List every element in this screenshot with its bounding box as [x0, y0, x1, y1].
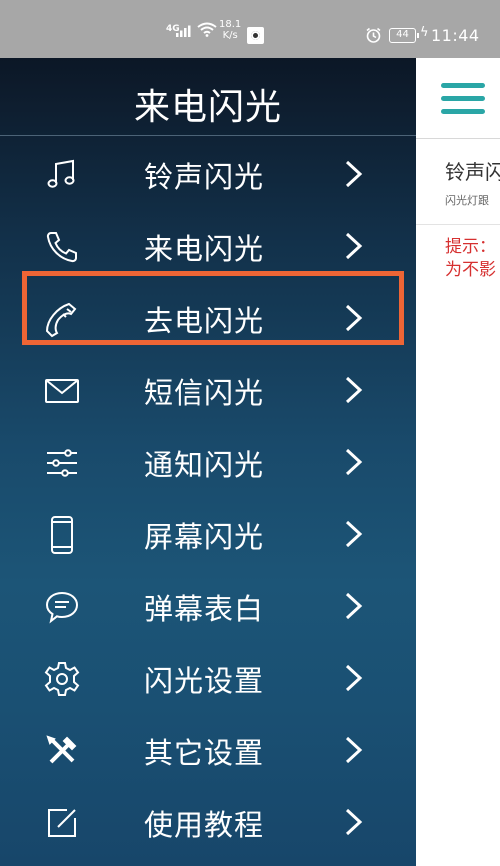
chevron-right-icon: [343, 662, 365, 694]
drawer-divider: [0, 135, 416, 136]
alarm-icon: [365, 27, 382, 48]
menu-label: 弹幕表白: [144, 592, 265, 626]
menu-item-other-settings[interactable]: 其它设置: [0, 714, 416, 786]
menu-label: 屏幕闪光: [144, 520, 265, 554]
menu-label: 去电闪光: [144, 304, 265, 338]
chevron-right-icon: [343, 590, 365, 622]
drawer-title: 来电闪光: [133, 87, 282, 128]
header-divider: [416, 138, 500, 139]
phone-incoming-icon: [43, 228, 81, 266]
clock: 11:44: [431, 26, 480, 45]
charging-icon: ϟ: [420, 25, 429, 40]
speed-unit: K/s: [222, 30, 238, 41]
chevron-right-icon: [343, 446, 365, 478]
wifi-icon: [197, 22, 217, 41]
signal-icon: [176, 22, 194, 41]
phone-outgoing-icon: [43, 300, 81, 338]
menu-label: 闪光设置: [144, 664, 265, 698]
phone-screen: 4G 18.1 K/s 44 ϟ 11:44 铃声闪 闪光灯跟 提示： 为不影 …: [0, 0, 500, 866]
menu-item-sms-flash[interactable]: 短信闪光: [0, 354, 416, 426]
menu-item-outgoing-call-flash[interactable]: 去电闪光: [0, 282, 416, 354]
menu-label: 使用教程: [144, 808, 265, 842]
menu-item-flash-settings[interactable]: 闪光设置: [0, 642, 416, 714]
chat-bubble-icon: [43, 588, 81, 626]
menu-item-ringtone-flash[interactable]: 铃声闪光: [0, 138, 416, 210]
menu-item-barrage-confession[interactable]: 弹幕表白: [0, 570, 416, 642]
main-header: [416, 58, 500, 135]
tools-icon: [43, 732, 81, 770]
hamburger-icon[interactable]: [441, 83, 485, 115]
network-speed: 18.1 K/s: [219, 19, 241, 41]
tip-text-line2: 为不影: [445, 260, 496, 280]
sliders-icon: [43, 444, 81, 482]
menu-label: 铃声闪光: [144, 160, 265, 194]
tip-text-line1: 提示：: [445, 237, 496, 257]
menu-label: 短信闪光: [144, 376, 265, 410]
menu-item-tutorial[interactable]: 使用教程: [0, 786, 416, 858]
battery-icon: 44: [389, 28, 419, 43]
chevron-right-icon: [343, 158, 365, 190]
status-bar: 4G 18.1 K/s 44 ϟ 11:44: [0, 0, 500, 58]
chevron-right-icon: [343, 230, 365, 262]
card-divider: [416, 224, 500, 225]
ringtone-flash-card-subtitle: 闪光灯跟: [445, 194, 489, 207]
music-note-icon: [43, 156, 81, 194]
nfc-icon: [247, 27, 264, 44]
smartphone-icon: [43, 516, 81, 554]
chevron-right-icon: [343, 302, 365, 334]
menu-item-notification-flash[interactable]: 通知闪光: [0, 426, 416, 498]
edit-icon: [43, 804, 81, 842]
menu-label: 通知闪光: [144, 448, 265, 482]
chevron-right-icon: [343, 806, 365, 838]
chevron-right-icon: [343, 518, 365, 550]
navigation-drawer: 来电闪光 铃声闪光 来电闪光 去电闪光 短信闪光 通知闪光 屏幕闪光 弹幕表白 …: [0, 58, 416, 866]
gear-icon: [43, 660, 81, 698]
main-page: 铃声闪 闪光灯跟 提示： 为不影: [416, 58, 500, 866]
speed-value: 18.1: [219, 19, 242, 30]
menu-item-screen-flash[interactable]: 屏幕闪光: [0, 498, 416, 570]
menu-label: 来电闪光: [144, 232, 265, 266]
menu-label: 其它设置: [144, 736, 265, 770]
mail-icon: [43, 372, 81, 410]
chevron-right-icon: [343, 734, 365, 766]
chevron-right-icon: [343, 374, 365, 406]
ringtone-flash-card-title[interactable]: 铃声闪: [445, 156, 500, 185]
menu-item-incoming-call-flash[interactable]: 来电闪光: [0, 210, 416, 282]
